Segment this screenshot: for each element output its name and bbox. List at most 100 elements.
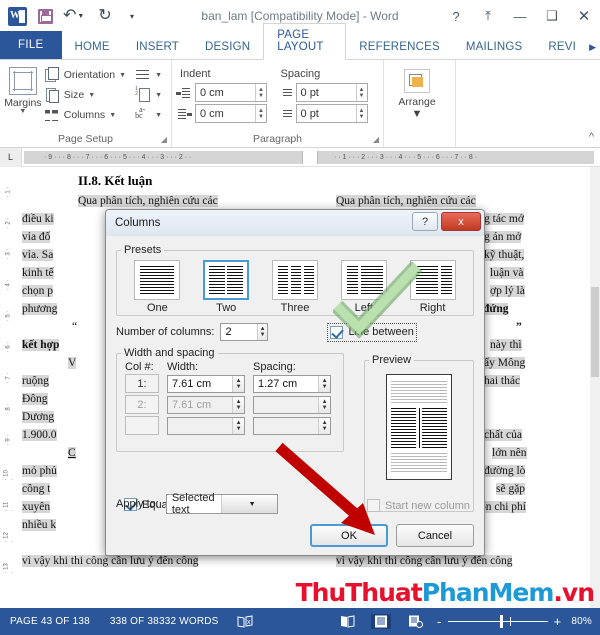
spacing-before-input[interactable]	[296, 84, 356, 101]
indent-right-stepper[interactable]: ▲ ▼	[255, 105, 266, 122]
col-3-width-field: ▲ ▼	[167, 416, 245, 435]
doc-left-line: “	[72, 321, 78, 333]
start-new-column-label: Start new column	[385, 499, 470, 512]
collapse-ribbon-icon[interactable]: ^	[589, 131, 594, 143]
zoom-in-button[interactable]: +	[554, 614, 562, 629]
indent-left-stepper[interactable]: ▲ ▼	[255, 84, 266, 101]
ribbon-display-options-icon[interactable]: ⤒	[472, 1, 504, 31]
web-layout-icon[interactable]	[405, 614, 425, 629]
arrange-button[interactable]: Arrange ▼	[388, 63, 446, 120]
doc-right-line: này thì	[490, 339, 522, 351]
cancel-button[interactable]: Cancel	[396, 524, 474, 547]
number-of-columns-field[interactable]: ▲▼	[220, 323, 269, 341]
tab-design[interactable]: DESIGN	[192, 36, 263, 59]
preset-right[interactable]: Right	[404, 260, 462, 314]
minimize-button[interactable]: —	[504, 1, 536, 31]
tab-page-layout[interactable]: PAGE LAYOUT	[263, 23, 347, 60]
indent-right-field[interactable]: ▲▼	[195, 104, 267, 123]
tab-home[interactable]: HOME	[62, 36, 123, 59]
size-button[interactable]: Size ▼	[42, 85, 131, 105]
doc-left-line: công t	[22, 483, 51, 495]
paragraph-dialog-launcher-icon[interactable]: ◢	[373, 135, 379, 144]
zoom-level[interactable]: 80%	[571, 616, 592, 627]
tab-mailings[interactable]: MAILINGS	[453, 36, 536, 59]
vertical-ruler-tick: · 4 ·	[5, 279, 12, 291]
indent-right-input[interactable]	[196, 105, 255, 122]
spacing-after-field[interactable]: ▲▼	[295, 104, 368, 123]
line-between-checkbox-box[interactable]	[330, 325, 344, 339]
indent-right-icon	[176, 107, 192, 121]
zoom-slider-thumb[interactable]	[499, 615, 503, 628]
margins-button[interactable]: Margins ▼	[4, 63, 42, 115]
dialog-body: Presets One Two Three Left Right Number …	[106, 236, 484, 556]
spacing-after-input[interactable]	[296, 105, 356, 122]
doc-left-line: vỉa đố	[22, 231, 51, 243]
col-1-spacing-stepper[interactable]: ▲ ▼	[318, 375, 330, 392]
col-1-width-stepper[interactable]: ▲ ▼	[232, 375, 244, 392]
col-1-spacing-field[interactable]: ▲▼	[253, 374, 331, 393]
tabs-scroll-right-icon[interactable]: ▶	[589, 42, 600, 59]
customize-quick-access-icon[interactable]: ▾	[123, 7, 141, 25]
undo-icon[interactable]: ↶ ▼	[63, 7, 87, 25]
page-indicator[interactable]: PAGE 43 OF 138	[0, 616, 100, 627]
zoom-slider-tick	[509, 617, 511, 626]
col-1-width-input[interactable]	[168, 377, 233, 390]
spacing-before-field[interactable]: ▲▼	[295, 83, 368, 102]
tab-references[interactable]: REFERENCES	[346, 36, 453, 59]
close-button[interactable]: ✕	[568, 1, 600, 31]
spacing-after-stepper[interactable]: ▲ ▼	[355, 105, 367, 122]
print-layout-icon[interactable]	[371, 614, 392, 629]
columns-button[interactable]: Columns ▼	[42, 105, 131, 125]
status-bar: PAGE 43 OF 138 338 OF 38332 WORDS x - + …	[0, 608, 600, 635]
word-count[interactable]: 338 OF 38332 WORDS	[100, 616, 229, 627]
orientation-icon	[44, 67, 60, 83]
chevron-down-icon: ▼	[119, 71, 127, 79]
scrollbar-thumb[interactable]	[591, 287, 599, 377]
apply-to-dropdown[interactable]: Selected text ▼	[165, 492, 278, 516]
ruler-scale[interactable]: · 9 · · · 8 · · · 7 · · · 6 · · · 5 · · …	[24, 150, 598, 164]
zoom-out-button[interactable]: -	[437, 614, 442, 629]
orientation-button[interactable]: Orientation ▼	[42, 65, 131, 85]
horizontal-ruler[interactable]: L · 9 · · · 8 · · · 7 · · · 6 · · · 5 · …	[0, 147, 600, 167]
doc-left-line: xuyên	[22, 501, 51, 513]
tab-review[interactable]: REVI	[535, 36, 589, 59]
tab-file[interactable]: FILE	[0, 31, 62, 59]
chevron-down-icon: ▼	[155, 91, 162, 99]
preset-two[interactable]: Two	[197, 260, 255, 314]
page-setup-dialog-launcher-icon[interactable]: ◢	[161, 135, 167, 144]
col-1-width-field[interactable]: ▲▼	[167, 374, 245, 393]
number-of-columns-input[interactable]	[221, 326, 257, 338]
hyphenation-button[interactable]: ▼	[133, 105, 167, 125]
preset-one[interactable]: One	[128, 260, 186, 314]
read-mode-icon[interactable]	[337, 614, 357, 629]
dialog-help-button[interactable]: ?	[412, 212, 438, 231]
zoom-slider[interactable]	[447, 615, 548, 628]
chevron-down-icon: ▼	[109, 111, 117, 119]
col-1-spacing-input[interactable]	[254, 377, 319, 390]
chevron-down-icon[interactable]: ▼	[221, 495, 277, 513]
vertical-ruler[interactable]: · 1 · · 2 · · 3 · · 4 · · 5 · · 6 · · 7 · · 8 ·…	[0, 167, 16, 608]
help-button[interactable]: ?	[440, 1, 472, 31]
line-between-checkbox[interactable]: Line between	[327, 322, 417, 342]
indent-left-field[interactable]: ▲▼	[195, 83, 267, 102]
ok-button[interactable]: OK	[310, 524, 388, 547]
doc-right-line: ợp lý là	[490, 285, 525, 297]
tab-stop-selector[interactable]: L	[0, 147, 22, 167]
dialog-title: Columns	[115, 217, 161, 229]
indent-left-input[interactable]	[196, 84, 255, 101]
tab-insert[interactable]: INSERT	[123, 36, 192, 59]
line-numbers-button[interactable]: ▼	[133, 85, 167, 105]
number-of-columns-stepper[interactable]: ▲ ▼	[256, 324, 268, 340]
preset-three[interactable]: Three	[266, 260, 324, 314]
spacing-before-stepper[interactable]: ▲ ▼	[355, 84, 367, 101]
apply-to-value: Selected text	[171, 492, 215, 516]
redo-icon[interactable]: ↻	[96, 7, 114, 25]
save-icon[interactable]	[36, 7, 54, 25]
dialog-close-button[interactable]: x	[441, 212, 481, 231]
width-spacing-row: ▲ ▼ ▲ ▼	[117, 415, 343, 436]
spelling-check-icon[interactable]: x	[234, 614, 256, 630]
breaks-button[interactable]: ▼	[133, 65, 167, 85]
vertical-scrollbar[interactable]	[590, 167, 600, 608]
preset-left[interactable]: Left	[335, 260, 393, 314]
maximize-button[interactable]: ❑	[536, 1, 568, 31]
